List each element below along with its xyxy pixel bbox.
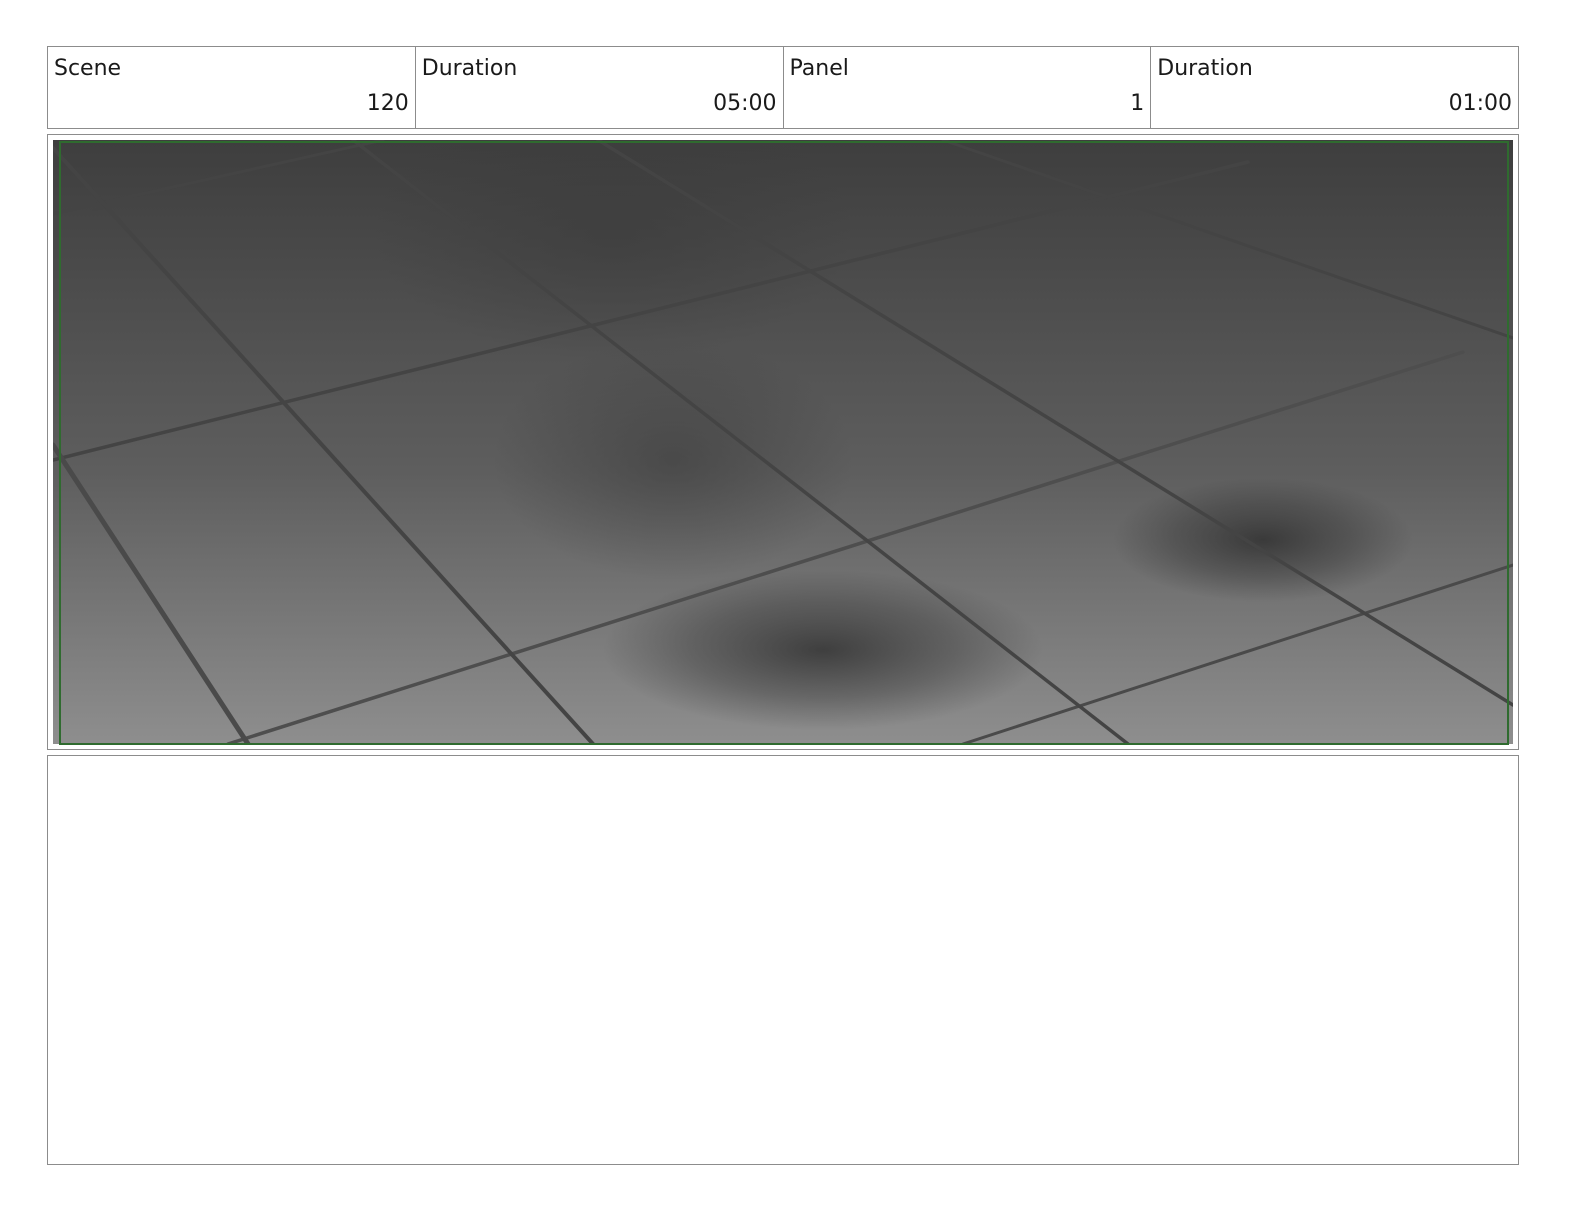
scene-duration-label: Duration	[421, 56, 518, 81]
scene-number[interactable]: 120	[367, 91, 409, 117]
panel-drawing[interactable]	[53, 140, 1513, 744]
scene-cell: Scene 120	[48, 47, 416, 128]
scene-duration-cell: Duration 05:00	[416, 47, 784, 128]
panel-cell: Panel 1	[784, 47, 1152, 128]
panel-number[interactable]: 1	[1130, 91, 1144, 117]
cast-shadow	[603, 570, 1043, 730]
panel-label: Panel	[789, 56, 849, 81]
storyboard-panel-frame[interactable]	[47, 134, 1519, 750]
cast-shadow	[1113, 478, 1413, 602]
panel-duration-label: Duration	[1157, 56, 1253, 81]
scene-label: Scene	[54, 56, 122, 81]
panel-info-table: Scene 120 Duration 05:00 Panel 1 Duratio…	[47, 46, 1519, 129]
panel-notes-box[interactable]	[47, 755, 1519, 1165]
panel-duration-cell: Duration 01:00	[1151, 47, 1518, 128]
panel-duration-value[interactable]: 01:00	[1449, 91, 1512, 117]
dark-area	[493, 340, 853, 580]
tiled-floor-sketch	[53, 140, 1513, 744]
scene-duration-value[interactable]: 05:00	[713, 91, 776, 117]
